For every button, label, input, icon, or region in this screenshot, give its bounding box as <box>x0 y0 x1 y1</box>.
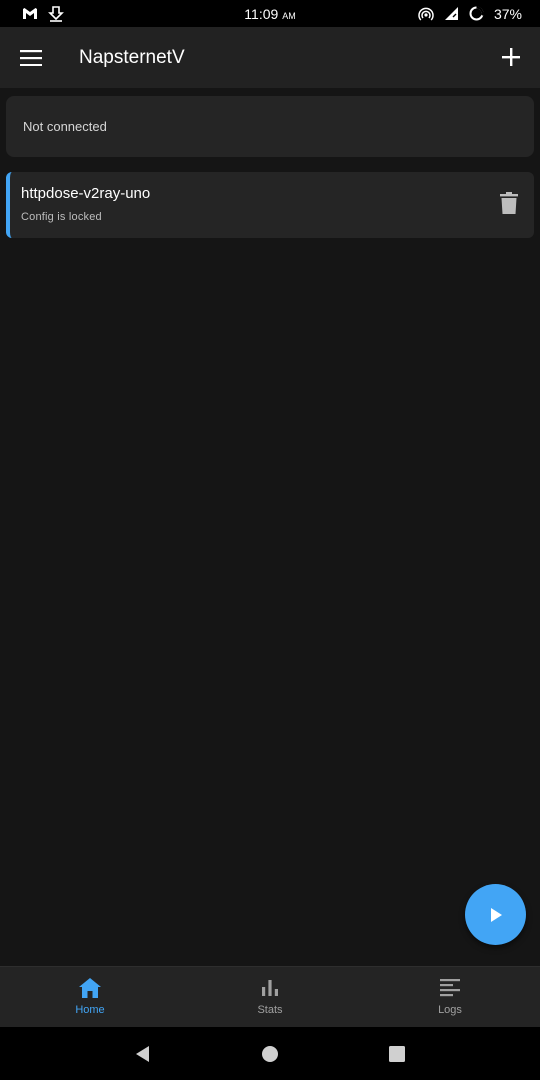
status-time-suffix: AM <box>282 10 296 21</box>
nav-home-label: Home <box>75 1004 105 1016</box>
recents-icon <box>388 1045 405 1062</box>
back-icon <box>136 1045 150 1062</box>
gmail-icon <box>23 8 37 19</box>
menu-icon <box>20 49 42 66</box>
config-subtitle: Config is locked <box>21 211 102 223</box>
status-time-value: 11:09 <box>244 5 279 22</box>
home-icon <box>79 978 101 998</box>
status-bar: 11:09 AM 37% <box>0 0 540 27</box>
nav-logs-label: Logs <box>438 1004 462 1016</box>
config-name: httpdose-v2ray-uno <box>21 185 151 202</box>
menu-button[interactable] <box>16 43 46 73</box>
nav-logs[interactable]: Logs <box>360 967 540 1027</box>
connection-status-card: Not connected <box>6 96 534 157</box>
system-recents-button[interactable] <box>382 1039 412 1069</box>
bar-chart-icon <box>262 980 278 996</box>
hotspot-icon <box>418 7 434 21</box>
nav-stats-label: Stats <box>257 1004 283 1016</box>
status-right-icons: 37% <box>418 6 522 22</box>
trash-icon <box>500 192 518 214</box>
delete-config-button[interactable] <box>500 192 524 218</box>
nav-home[interactable]: Home <box>0 967 180 1027</box>
logs-icon <box>440 979 460 997</box>
home-circle-icon <box>261 1045 278 1062</box>
config-item[interactable]: httpdose-v2ray-uno Config is locked <box>6 172 534 238</box>
battery-percent: 37% <box>493 5 522 22</box>
bottom-nav: Home Stats Logs <box>0 966 540 1027</box>
plus-icon <box>502 48 520 66</box>
battery-icon <box>469 6 484 21</box>
app-title: NapsternetV <box>79 46 185 68</box>
play-icon <box>490 907 502 922</box>
connect-fab-button[interactable] <box>465 884 526 945</box>
add-config-button[interactable] <box>496 42 526 72</box>
connection-status-text: Not connected <box>23 119 107 134</box>
download-icon <box>48 5 64 22</box>
signal-icon <box>444 7 458 20</box>
system-home-button[interactable] <box>255 1039 285 1069</box>
status-left-icons <box>22 5 64 22</box>
nav-stats[interactable]: Stats <box>180 967 360 1027</box>
system-nav-bar <box>0 1027 540 1080</box>
app-bar: NapsternetV <box>0 27 540 88</box>
system-back-button[interactable] <box>128 1039 158 1069</box>
